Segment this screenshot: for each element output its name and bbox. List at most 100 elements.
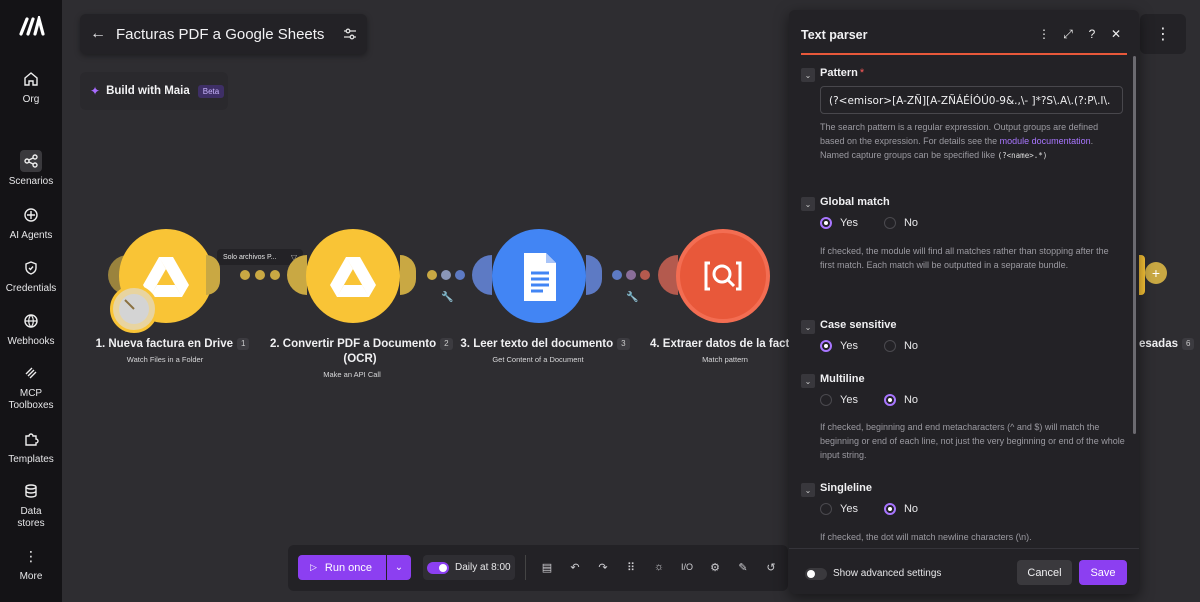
cancel-button[interactable]: Cancel xyxy=(1017,560,1072,585)
module-4-title: 4. Extraer datos de la factu xyxy=(650,338,797,350)
chevron-down-icon: ⌄ xyxy=(394,562,404,573)
build-with-maia-button[interactable]: ✦ Build with Maia Beta xyxy=(80,72,228,110)
redo-icon[interactable]: ↷ xyxy=(595,559,611,575)
module-google-docs[interactable] xyxy=(492,229,586,323)
more-options-button[interactable]: ⋮ xyxy=(1140,14,1186,54)
module-google-drive-ocr[interactable] xyxy=(306,229,400,323)
nav-item-ai-agents[interactable]: AI Agents xyxy=(0,204,62,242)
save-button[interactable]: Save xyxy=(1079,560,1127,585)
module-handle xyxy=(206,255,220,295)
back-arrow-icon[interactable]: ← xyxy=(80,25,116,43)
advanced-settings-toggle[interactable] xyxy=(805,568,827,580)
nav-label: AI Agents xyxy=(9,230,53,241)
radio-case-yes[interactable] xyxy=(820,340,832,352)
wrench-icon[interactable]: 🔧 xyxy=(626,292,638,303)
chevron-down-icon[interactable]: ⌄ xyxy=(801,374,815,388)
module-1-subtitle: Watch Files in a Folder xyxy=(126,355,204,364)
add-module-plus-icon[interactable]: + xyxy=(1145,262,1167,284)
home-icon xyxy=(20,68,42,90)
connector-dot[interactable] xyxy=(240,270,250,280)
pattern-label: Pattern * xyxy=(820,67,864,79)
io-icon[interactable]: I/O xyxy=(679,559,695,575)
divider xyxy=(525,555,526,580)
module-6-title: esadas 6 xyxy=(1139,337,1199,352)
radio-multiline-yes[interactable] xyxy=(820,394,832,406)
gear-icon[interactable]: ⚙ xyxy=(707,559,723,575)
connector-dot xyxy=(455,270,465,280)
schedule-label: Daily at 8:00 xyxy=(455,562,511,573)
schedule-toggle[interactable]: Daily at 8:00 xyxy=(423,555,515,580)
sparkle-icon xyxy=(20,204,42,226)
nav-label: Scenarios xyxy=(8,176,54,187)
radio-global-no[interactable] xyxy=(883,217,896,229)
singleline-help: If checked, the dot will match newline c… xyxy=(820,532,1032,542)
module-title-text-2: (OCR) xyxy=(343,353,377,365)
connector-dot xyxy=(640,270,650,280)
chevron-down-icon[interactable]: ⌄ xyxy=(801,320,815,334)
pattern-input[interactable]: (?<emisor>[A-ZÑ][A-ZÑÁÉÍÓÚ0-9&.,\- ]*?S\… xyxy=(820,86,1123,114)
scrollbar[interactable] xyxy=(1133,56,1136,434)
more-vertical-icon[interactable]: ⋮ xyxy=(1037,27,1051,42)
radio-singleline-yes[interactable] xyxy=(820,503,832,515)
nav-item-more[interactable]: ⋮ More xyxy=(0,545,62,583)
text-parser-icon xyxy=(704,261,742,291)
database-icon xyxy=(20,480,42,502)
module-number: 3 xyxy=(617,337,630,350)
connector-dot[interactable] xyxy=(427,270,437,280)
undo-icon[interactable]: ↶ xyxy=(567,559,583,575)
nav-item-scenarios[interactable]: Scenarios xyxy=(0,150,62,188)
wrench-icon[interactable]: 🔧 xyxy=(441,292,453,303)
help-icon[interactable]: ? xyxy=(1085,27,1099,42)
required-mark: * xyxy=(859,67,865,79)
nav-label: Webhooks xyxy=(7,336,55,347)
nav-label: Org xyxy=(22,94,40,105)
module-1-title: 1. Nueva factura en Drive 1 xyxy=(95,337,250,352)
chevron-down-icon[interactable]: ⌄ xyxy=(801,68,815,82)
notes-icon[interactable]: ✎ xyxy=(735,559,751,575)
pattern-help: The search pattern is a regular expressi… xyxy=(820,120,1125,163)
mcp-icon xyxy=(20,362,42,384)
lightbulb-icon[interactable]: ☼ xyxy=(651,559,667,575)
play-icon: ▷ xyxy=(310,562,317,572)
radio-global-yes[interactable] xyxy=(820,217,832,229)
save-icon[interactable]: ▤ xyxy=(539,559,555,575)
radio-label: Yes xyxy=(840,394,858,406)
nav-label: Templates xyxy=(8,454,54,465)
run-once-button[interactable]: ▷ Run once xyxy=(298,555,386,580)
nav-item-credentials[interactable]: Credentials xyxy=(0,257,62,295)
clock-icon[interactable] xyxy=(110,285,158,333)
history-icon[interactable]: ↺ xyxy=(763,559,779,575)
nav-item-webhooks[interactable]: Webhooks xyxy=(0,310,62,348)
singleline-label: Singleline xyxy=(820,482,872,494)
advanced-settings-label: Show advanced settings xyxy=(833,568,942,579)
grid-icon[interactable]: ⠿ xyxy=(623,559,639,575)
make-logo-icon[interactable] xyxy=(19,12,45,36)
documentation-link[interactable]: module documentation xyxy=(1000,136,1091,146)
scenario-title-bar: ← Facturas PDF a Google Sheets xyxy=(80,14,367,54)
chevron-down-icon[interactable]: ⌄ xyxy=(801,483,815,497)
connector-dot[interactable] xyxy=(612,270,622,280)
chevron-down-icon[interactable]: ⌄ xyxy=(801,197,815,211)
close-icon[interactable]: ✕ xyxy=(1109,27,1123,42)
module-text-parser[interactable] xyxy=(676,229,770,323)
radio-label: No xyxy=(903,217,919,229)
radio-multiline-no[interactable] xyxy=(883,394,896,406)
nav-label: MCP Toolboxes xyxy=(8,388,54,411)
radio-case-no[interactable] xyxy=(883,340,896,352)
settings-sliders-icon[interactable] xyxy=(333,28,367,40)
nav-item-mcp-toolboxes[interactable]: MCP Toolboxes xyxy=(0,362,62,412)
radio-singleline-no[interactable] xyxy=(883,503,896,515)
run-once-label: Run once xyxy=(324,561,373,574)
toggle-switch[interactable] xyxy=(427,561,449,574)
run-options-dropdown[interactable]: ⌄ xyxy=(387,555,411,580)
panel-actions: ⋮ ⤢ ? ✕ xyxy=(1037,27,1123,42)
nav-item-data-stores[interactable]: Data stores xyxy=(0,480,62,530)
nav-item-org[interactable]: Org xyxy=(0,68,62,106)
scenario-title[interactable]: Facturas PDF a Google Sheets xyxy=(116,26,333,43)
nav-item-templates[interactable]: Templates xyxy=(0,428,62,466)
module-3-subtitle: Get Content of a Document xyxy=(492,355,584,364)
radio-label: No xyxy=(903,340,919,352)
multiline-options: Yes No xyxy=(820,394,918,406)
expand-icon[interactable]: ⤢ xyxy=(1061,27,1075,42)
connector-dot xyxy=(270,270,280,280)
